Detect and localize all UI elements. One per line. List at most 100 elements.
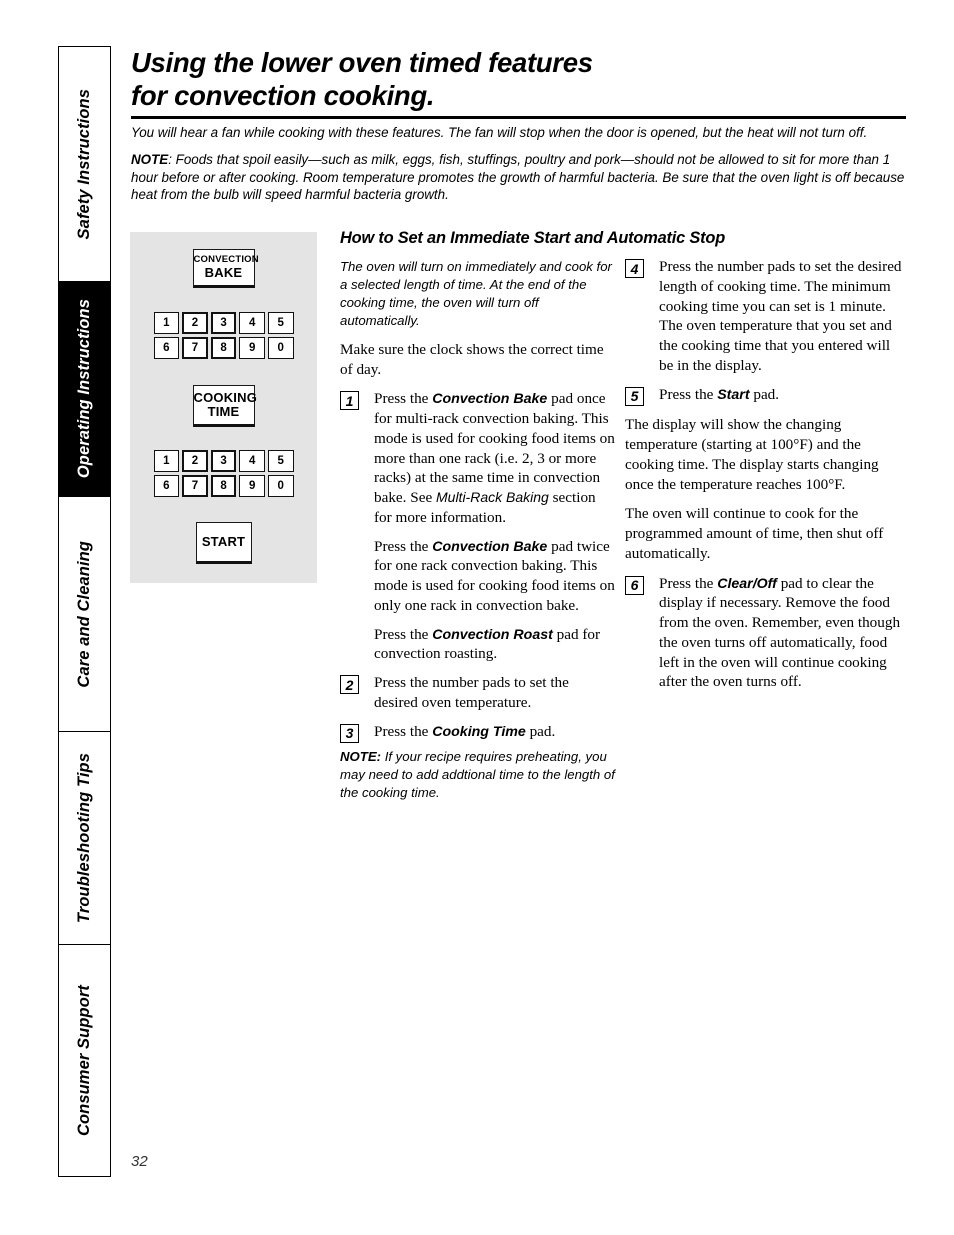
convection-bake-pad-ref-2: Convection Bake: [432, 538, 548, 555]
cooking-time-pad-row: COOKING TIME: [130, 384, 317, 428]
sidebar-item-care-and-cleaning[interactable]: Care and Cleaning: [59, 496, 110, 731]
step-6: 6 Press the Clear/Off pad to clear the d…: [625, 574, 905, 693]
right-column: 4 Press the number pads to set the desir…: [625, 257, 905, 701]
number-key-6-lower[interactable]: 6: [153, 475, 180, 498]
number-key-5-lower[interactable]: 5: [267, 450, 294, 473]
number-key-7[interactable]: 7: [182, 336, 208, 359]
cooking-time-label-line2: TIME: [207, 404, 240, 420]
number-key-0[interactable]: 0: [267, 336, 294, 359]
step-5-pre: Press the: [659, 385, 718, 403]
intro-paragraph: You will hear a fan while cooking with t…: [131, 125, 868, 140]
page-title-line2: for convection cooking.: [131, 79, 435, 111]
page-number: 32: [131, 1153, 148, 1170]
step-5-body: Press the Start pad.: [659, 385, 905, 405]
number-pad-row-1: 1 2 3 4 5: [153, 311, 294, 334]
step-4-number: 4: [625, 259, 644, 278]
clear-off-pad-ref: Clear/Off: [717, 575, 777, 592]
step-1b-pre: Press the: [374, 537, 433, 555]
sidebar-item-operating-instructions[interactable]: Operating Instructions: [59, 281, 110, 496]
number-key-3[interactable]: 3: [210, 311, 237, 334]
number-key-4[interactable]: 4: [239, 311, 265, 334]
number-key-6[interactable]: 6: [153, 336, 180, 359]
number-key-1[interactable]: 1: [153, 311, 180, 334]
step-5-number: 5: [625, 386, 644, 406]
sidebar-item-label: Troubleshooting Tips: [75, 752, 94, 924]
number-pad-row-2: 6 7 8 9 0: [153, 336, 294, 359]
step-1: 1 Press the Convection Bake pad once for…: [340, 389, 615, 664]
step-6-pre: Press the: [659, 574, 718, 592]
sidebar-item-label: Operating Instructions: [75, 299, 94, 479]
step-3-number: 3: [340, 723, 359, 743]
sidebar-item-troubleshooting-tips[interactable]: Troubleshooting Tips: [59, 731, 110, 944]
intro-block: You will hear a fan while cooking with t…: [131, 124, 908, 213]
page-title-line1: Using the lower oven timed features: [131, 47, 593, 78]
step-5-post: pad.: [749, 385, 780, 403]
number-key-8-lower[interactable]: 8: [210, 475, 237, 498]
number-key-2-lower[interactable]: 2: [182, 450, 208, 473]
section-intro-italic: The oven will turn on immediately and co…: [340, 259, 612, 328]
right-paragraph-1: The display will show the changing tempe…: [625, 416, 879, 493]
number-key-3-lower[interactable]: 3: [210, 450, 237, 473]
step-1c-pre: Press the: [374, 625, 433, 643]
start-pad-ref: Start: [717, 386, 750, 403]
step-2-body: Press the number pads to set the desired…: [374, 674, 569, 711]
sidebar-item-label: Consumer Support: [75, 984, 94, 1137]
right-paragraph-2: The oven will continue to cook for the p…: [625, 505, 884, 562]
step-1-body-c: Press the Convection Roast pad for conve…: [374, 625, 615, 665]
step-3-pre: Press the: [374, 722, 433, 740]
number-key-8[interactable]: 8: [210, 336, 237, 359]
number-pad-upper: 1 2 3 4 5 6 7 8 9 0: [153, 311, 294, 359]
middle-column: The oven will turn on immediately and co…: [340, 258, 615, 812]
cooking-time-pad[interactable]: COOKING TIME: [192, 384, 258, 428]
cooking-time-pad-ref: Cooking Time: [432, 723, 526, 740]
step-3: 3 Press the Cooking Time pad.: [340, 722, 615, 743]
number-key-9[interactable]: 9: [239, 336, 265, 359]
number-pad-row-3: 1 2 3 4 5: [153, 450, 294, 473]
step-2: 2 Press the number pads to set the desir…: [340, 673, 615, 713]
number-pad-row-4: 6 7 8 9 0: [153, 475, 294, 498]
step-6-body: Press the Clear/Off pad to clear the dis…: [659, 574, 905, 693]
step-5: 5 Press the Start pad.: [625, 385, 905, 406]
number-key-2[interactable]: 2: [182, 311, 208, 334]
step-3-post: pad.: [525, 722, 556, 740]
cooking-time-label-line1: COOKING: [193, 389, 258, 405]
number-key-9-lower[interactable]: 9: [239, 475, 265, 498]
number-key-5[interactable]: 5: [267, 311, 294, 334]
title-divider: [131, 116, 906, 119]
number-key-1-lower[interactable]: 1: [153, 450, 180, 473]
step-1a-pre: Press the: [374, 390, 433, 408]
step-6-number: 6: [625, 575, 644, 595]
sidebar-item-consumer-support[interactable]: Consumer Support: [59, 944, 110, 1176]
middle-note-label: NOTE:: [340, 749, 382, 765]
number-key-0-lower[interactable]: 0: [267, 475, 294, 498]
page-title: Using the lower oven timed features for …: [131, 47, 906, 112]
note-text: : Foods that spoil easily—such as milk, …: [131, 151, 905, 203]
step-2-number: 2: [340, 675, 359, 695]
number-key-7-lower[interactable]: 7: [182, 475, 208, 498]
number-key-4-lower[interactable]: 4: [239, 450, 265, 473]
middle-note: NOTE: If your recipe requires preheating…: [340, 748, 615, 802]
multi-rack-baking-ref: Multi-Rack Baking: [436, 489, 549, 506]
start-pad-label: START: [201, 534, 246, 550]
sidebar-item-safety-instructions[interactable]: Safety Instructions: [59, 47, 110, 281]
step-1-body-a: Press the Convection Bake pad once for m…: [374, 389, 615, 527]
convection-bake-label-line2: BAKE: [204, 264, 243, 280]
step-1-number: 1: [340, 391, 359, 411]
start-pad-row: START: [130, 522, 317, 565]
oven-control-panel-diagram: CONVECTION BAKE 1 2 3 4 5 6 7 8 9 0 COOK…: [130, 232, 317, 583]
sidebar-tab-strip: Safety Instructions Operating Instructio…: [58, 46, 111, 1177]
clock-note: Make sure the clock shows the correct ti…: [340, 340, 604, 378]
convection-bake-pad-row: CONVECTION BAKE: [130, 249, 317, 288]
number-pad-lower: 1 2 3 4 5 6 7 8 9 0: [153, 450, 294, 498]
start-pad[interactable]: START: [195, 522, 252, 565]
intro-note: NOTE: Foods that spoil easily—such as mi…: [131, 151, 908, 204]
step-4-body: Press the number pads to set the desired…: [659, 258, 902, 374]
convection-bake-pad-ref: Convection Bake: [432, 391, 548, 408]
sidebar-item-label: Safety Instructions: [75, 88, 94, 240]
section-heading: How to Set an Immediate Start and Automa…: [340, 229, 726, 247]
sidebar-item-label: Care and Cleaning: [75, 540, 94, 688]
step-4: 4 Press the number pads to set the desir…: [625, 257, 905, 376]
middle-note-text: If your recipe requires preheating, you …: [340, 749, 615, 801]
convection-bake-pad[interactable]: CONVECTION BAKE: [192, 249, 259, 288]
step-1-body-b: Press the Convection Bake pad twice for …: [374, 537, 615, 616]
